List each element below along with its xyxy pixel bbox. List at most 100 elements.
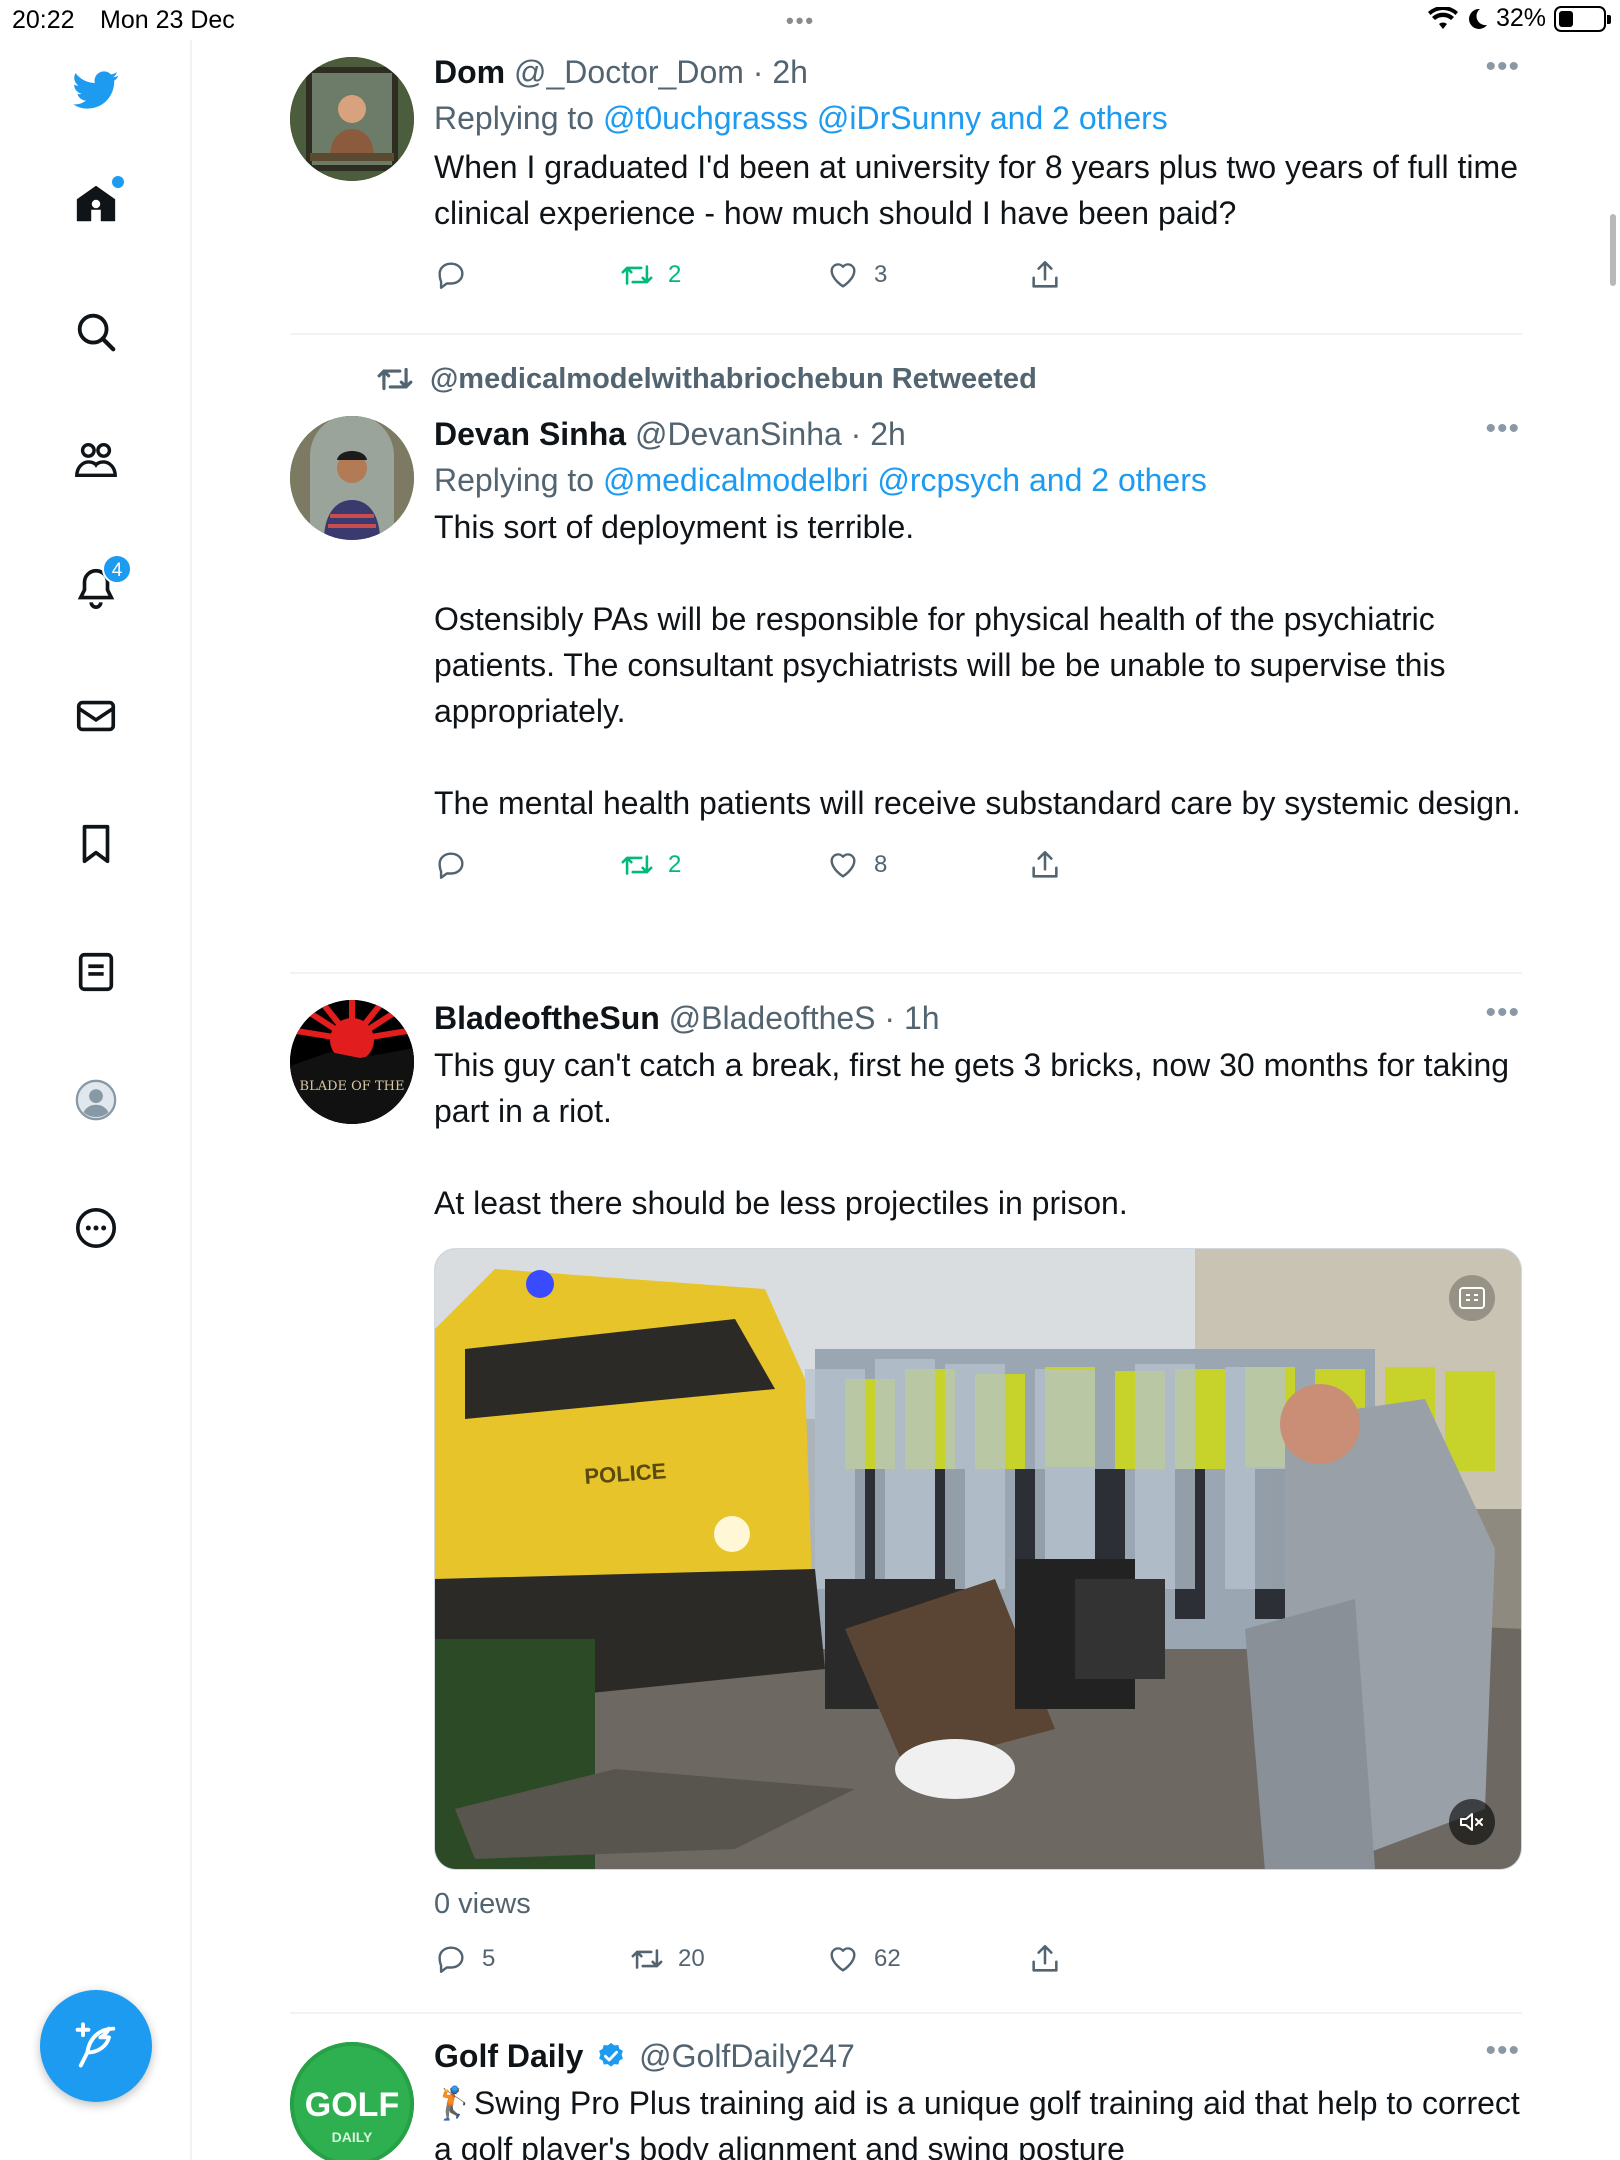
like-count: 62 (874, 1945, 901, 1972)
author-name[interactable]: Dom (434, 54, 505, 90)
status-indicators: 32% (1427, 4, 1611, 33)
author-name[interactable]: Golf Daily (434, 2038, 583, 2074)
compose-tweet-button[interactable] (40, 1990, 152, 2102)
author-name[interactable]: BladeoftheSun (434, 1000, 660, 1036)
tweet[interactable]: GOLF DAILY Golf Daily @GolfDaily247 ••• … (290, 2036, 1522, 2160)
share-button[interactable] (1028, 1942, 1062, 1976)
reply-icon (438, 852, 464, 879)
tweet-text: When I graduated I'd been at university … (434, 149, 1518, 231)
tweet-more-icon[interactable]: ••• (1485, 998, 1520, 1028)
retweeted-by-label: @medicalmodelwithabriochebun Retweeted (430, 362, 1037, 395)
search-icon[interactable] (68, 304, 124, 360)
like-button[interactable]: 62 (826, 1942, 901, 1976)
bookmarks-icon[interactable] (68, 816, 124, 872)
tweet-body: Dom @_Doctor_Dom · 2h ••• Replying to @t… (434, 52, 1524, 298)
tweet-body: BladeoftheSun @BladeoftheS · 1h ••• This… (434, 998, 1524, 1226)
tweet-header: Golf Daily @GolfDaily247 (434, 2036, 1522, 2076)
retweet-icon (621, 265, 653, 285)
reply-button[interactable]: 5 (434, 1942, 495, 1976)
like-button[interactable]: 3 (826, 258, 887, 292)
author-handle[interactable]: @GolfDaily247 (639, 2038, 855, 2074)
avatar-logo-text: GOLF (305, 2086, 399, 2124)
tweet-text: This guy can't catch a break, first he g… (434, 1047, 1510, 1221)
communities-icon[interactable] (68, 432, 124, 488)
avatar[interactable]: BLADE OF THE (290, 1000, 414, 1124)
tweet[interactable]: Dom @_Doctor_Dom · 2h ••• Replying to @t… (290, 52, 1522, 302)
like-count: 8 (874, 851, 888, 878)
author-name[interactable]: Devan Sinha (434, 416, 626, 452)
tweet-header: BladeoftheSun @BladeoftheS · 1h (434, 1000, 940, 1036)
messages-envelope-icon[interactable] (68, 688, 124, 744)
twitter-bird-logo-icon[interactable] (68, 62, 124, 118)
author-handle[interactable]: @_Doctor_Dom (514, 54, 744, 90)
replying-to-label: Replying to (434, 462, 595, 498)
reply-button[interactable] (434, 258, 482, 292)
share-icon (1032, 1944, 1058, 1972)
retweet-button[interactable]: 2 (620, 848, 681, 882)
retweeted-by[interactable]: @medicalmodelwithabriochebun Retweeted (376, 360, 1476, 398)
reply-icon (438, 262, 464, 289)
share-icon (1032, 850, 1058, 878)
tweet-divider (290, 2012, 1522, 2014)
battery-icon (1554, 5, 1611, 32)
tweet-header: Devan Sinha @DevanSinha · 2h (434, 416, 906, 452)
tweet-time[interactable]: 1h (904, 1000, 940, 1036)
avatar[interactable] (290, 57, 414, 181)
mute-icon[interactable] (1449, 1799, 1495, 1845)
reply-count: 5 (482, 1945, 496, 1972)
lists-icon[interactable] (68, 944, 124, 1000)
avatar[interactable]: GOLF DAILY (290, 2042, 414, 2160)
retweet-count: 2 (668, 261, 682, 288)
tweet-time[interactable]: 2h (870, 416, 906, 452)
share-button[interactable] (1028, 258, 1062, 292)
tweet-video[interactable]: POLICE (434, 1248, 1522, 1870)
home-icon[interactable] (68, 176, 124, 232)
view-count: 0 views (434, 1888, 531, 1920)
home-new-dot (112, 176, 124, 188)
retweet-count: 2 (668, 851, 682, 878)
reply-button[interactable] (434, 848, 482, 882)
retweet-button[interactable]: 20 (630, 1942, 705, 1976)
tweet-divider (290, 333, 1522, 335)
avatar[interactable] (290, 416, 414, 540)
replying-to-users[interactable]: @t0uchgrasss @iDrSunny and 2 others (603, 100, 1168, 136)
do-not-disturb-moon-icon (1468, 8, 1487, 29)
like-button[interactable]: 8 (826, 848, 887, 882)
tweet-header: Dom @_Doctor_Dom · 2h (434, 54, 808, 90)
captions-icon[interactable] (1449, 1275, 1495, 1321)
retweet-icon (621, 855, 653, 875)
retweet-count: 20 (678, 1945, 705, 1972)
retweet-button[interactable]: 2 (620, 258, 681, 292)
reply-icon (438, 1946, 464, 1973)
notifications-bell-icon[interactable]: 4 (68, 554, 132, 616)
tweet-more-icon[interactable]: ••• (1485, 52, 1520, 82)
tweet-more-icon[interactable]: ••• (1485, 414, 1520, 444)
timeline-scrollbar[interactable] (1610, 214, 1616, 286)
tweet-body: Golf Daily @GolfDaily247 ••• 🏌️Swing Pro… (434, 2036, 1522, 2160)
tweet[interactable]: BLADE OF THE BladeoftheSun @BladeoftheS … (290, 998, 1522, 1988)
retweet-icon (377, 367, 413, 391)
author-handle[interactable]: @BladeoftheS (669, 1000, 876, 1036)
multitasking-dots-icon[interactable]: ••• (786, 8, 815, 34)
heart-icon (830, 1947, 856, 1972)
share-button[interactable] (1028, 848, 1062, 882)
heart-icon (830, 853, 856, 878)
wifi-icon (1427, 6, 1458, 29)
tweet-text: 🏌️Swing Pro Plus training aid is a uniqu… (434, 2085, 1520, 2160)
profile-avatar-icon[interactable] (68, 1072, 124, 1128)
tweet-body: Devan Sinha @DevanSinha · 2h ••• Replyin… (434, 414, 1524, 888)
tweet[interactable]: Devan Sinha @DevanSinha · 2h ••• Replyin… (290, 414, 1522, 954)
sidebar-nav: 4 (0, 40, 192, 2160)
replying-to-label: Replying to (434, 100, 595, 136)
tweet-actions: 2 8 (434, 848, 1524, 888)
retweet-icon (631, 1949, 663, 1969)
more-options-icon[interactable] (68, 1200, 124, 1256)
replying-to-users[interactable]: @medicalmodelbri @rcpsych and 2 others (603, 462, 1207, 498)
status-date: Mon 23 Dec (100, 6, 235, 34)
tweet-divider (290, 972, 1522, 974)
notifications-badge: 4 (102, 554, 132, 584)
author-handle[interactable]: @DevanSinha (635, 416, 842, 452)
tweet-more-icon[interactable]: ••• (1485, 2036, 1520, 2066)
tweet-time[interactable]: 2h (772, 54, 808, 90)
avatar-logo-subtext: DAILY (332, 2129, 373, 2145)
